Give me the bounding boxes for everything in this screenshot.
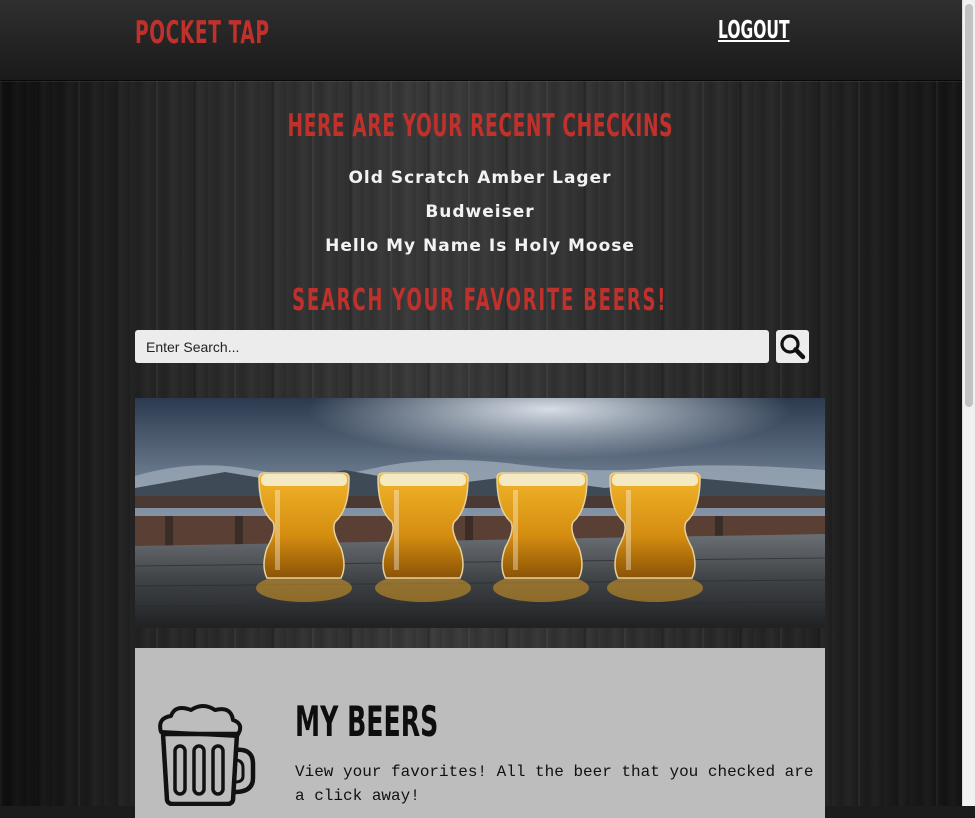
checkin-item: Hello My Name Is Holy Moose [325,236,635,256]
vertical-scrollbar[interactable] [962,0,975,806]
top-nav: POCKET TAP LOGOUT [0,0,962,81]
search-icon [780,334,806,360]
card-description: View your favorites! All the beer that y… [295,763,814,805]
card-title[interactable]: MY BEERS [295,697,438,746]
search-button[interactable] [776,330,809,363]
recent-checkins-heading-text: HERE ARE YOUR RECENT CHECKINS [287,108,673,144]
search-input[interactable] [135,330,769,363]
logout-link[interactable]: LOGOUT [718,15,790,44]
search-heading-text: SEARCH YOUR FAVORITE BEERS! [292,283,668,318]
checkin-item: Old Scratch Amber Lager [348,168,612,188]
beer-glasses-photo [135,398,825,628]
search-heading: SEARCH YOUR FAVORITE BEERS! [135,283,825,318]
scrollbar-thumb[interactable] [965,4,973,407]
hero-image [135,398,825,628]
recent-checkins-heading: HERE ARE YOUR RECENT CHECKINS [135,108,825,144]
beer-mug-icon [158,704,256,806]
my-beers-card[interactable]: MY BEERS View your favorites! All the be… [135,648,825,818]
checkin-item: Budweiser [425,202,535,222]
brand-logo[interactable]: POCKET TAP [135,15,270,51]
